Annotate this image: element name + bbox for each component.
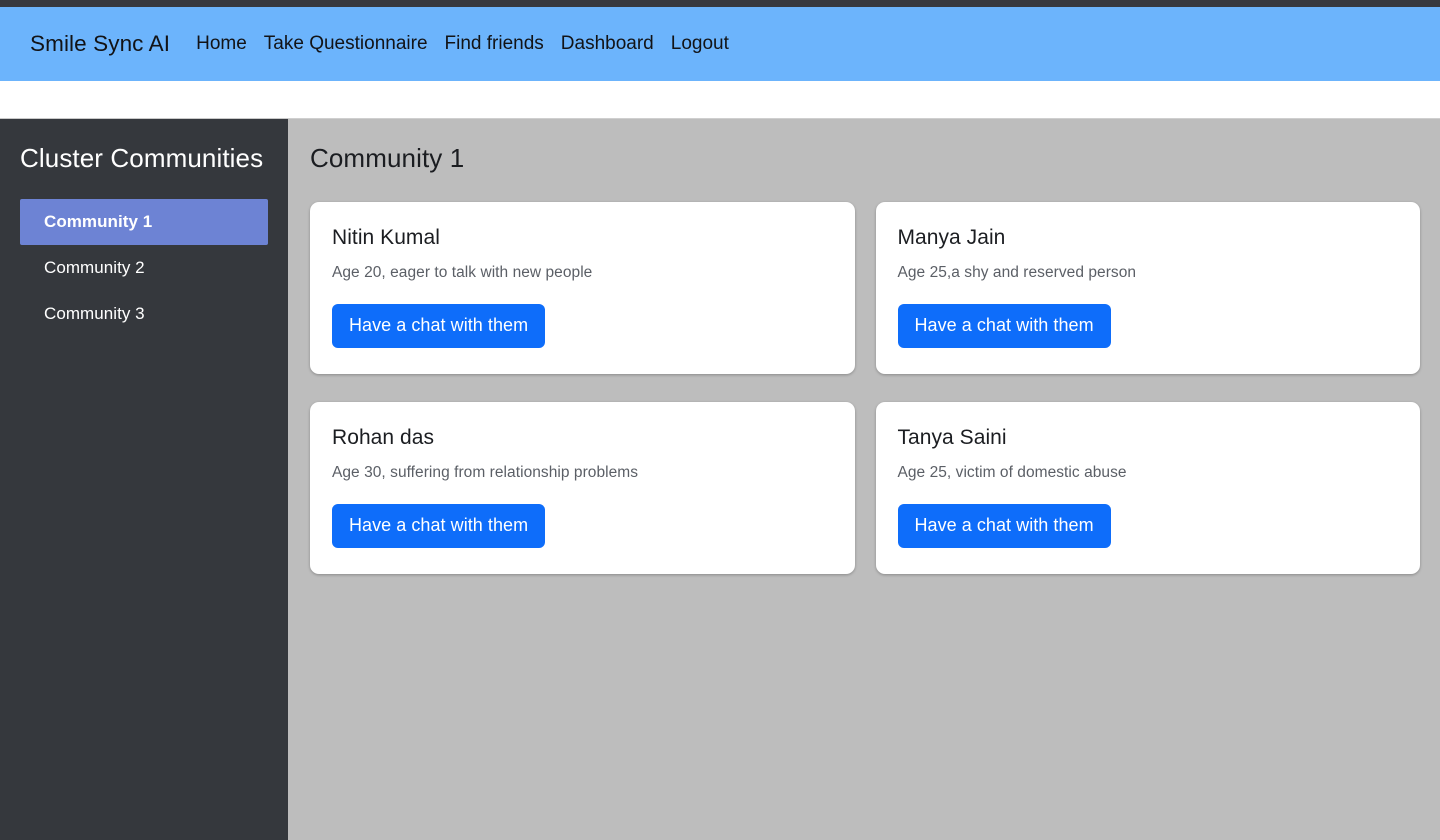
- brand-logo[interactable]: Smile Sync AI: [30, 31, 170, 57]
- member-name: Tanya Saini: [897, 426, 1007, 449]
- nav-link-logout[interactable]: Logout: [671, 33, 729, 55]
- member-name: Nitin Kumal: [332, 226, 440, 249]
- chat-button[interactable]: Have a chat with them: [332, 304, 546, 348]
- nav-link-home[interactable]: Home: [196, 33, 247, 55]
- page-layout: Cluster Communities Community 1 Communit…: [0, 118, 1440, 840]
- member-card: Nitin Kumal Age 20, eager to talk with n…: [310, 202, 855, 374]
- member-card: Manya Jain Age 25,a shy and reserved per…: [875, 202, 1420, 374]
- member-description: Age 20, eager to talk with new people: [332, 264, 593, 281]
- chat-button[interactable]: Have a chat with them: [897, 304, 1111, 348]
- page-title: Community 1: [310, 143, 465, 173]
- navbar-spacer: [0, 81, 1440, 118]
- main-navbar: Smile Sync AI Home Take Questionnaire Fi…: [0, 7, 1440, 81]
- nav-link-take-questionnaire[interactable]: Take Questionnaire: [264, 33, 428, 55]
- nav-link-dashboard[interactable]: Dashboard: [561, 33, 654, 55]
- member-description: Age 25,a shy and reserved person: [897, 264, 1137, 281]
- member-card: Tanya Saini Age 25, victim of domestic a…: [875, 402, 1420, 574]
- sidebar-item-community-1[interactable]: Community 1: [20, 199, 268, 246]
- sidebar-community-list: Community 1 Community 2 Community 3: [20, 199, 268, 337]
- member-description: Age 30, suffering from relationship prob…: [332, 464, 639, 481]
- sidebar: Cluster Communities Community 1 Communit…: [0, 118, 288, 840]
- chat-button[interactable]: Have a chat with them: [897, 504, 1111, 548]
- browser-top-strip: [0, 0, 1440, 7]
- main-content: Community 1 Nitin Kumal Age 20, eager to…: [288, 118, 1440, 840]
- chat-button[interactable]: Have a chat with them: [332, 504, 546, 548]
- sidebar-item-community-3[interactable]: Community 3: [20, 291, 268, 337]
- navbar-links: Home Take Questionnaire Find friends Das…: [196, 33, 729, 55]
- member-card: Rohan das Age 30, suffering from relatio…: [310, 402, 855, 574]
- member-description: Age 25, victim of domestic abuse: [897, 464, 1127, 481]
- member-name: Manya Jain: [897, 226, 1006, 249]
- sidebar-item-community-2[interactable]: Community 2: [20, 245, 268, 291]
- sidebar-title: Cluster Communities: [20, 143, 264, 173]
- member-card-grid: Nitin Kumal Age 20, eager to talk with n…: [310, 202, 1420, 574]
- member-name: Rohan das: [332, 426, 435, 449]
- nav-link-find-friends[interactable]: Find friends: [445, 33, 544, 55]
